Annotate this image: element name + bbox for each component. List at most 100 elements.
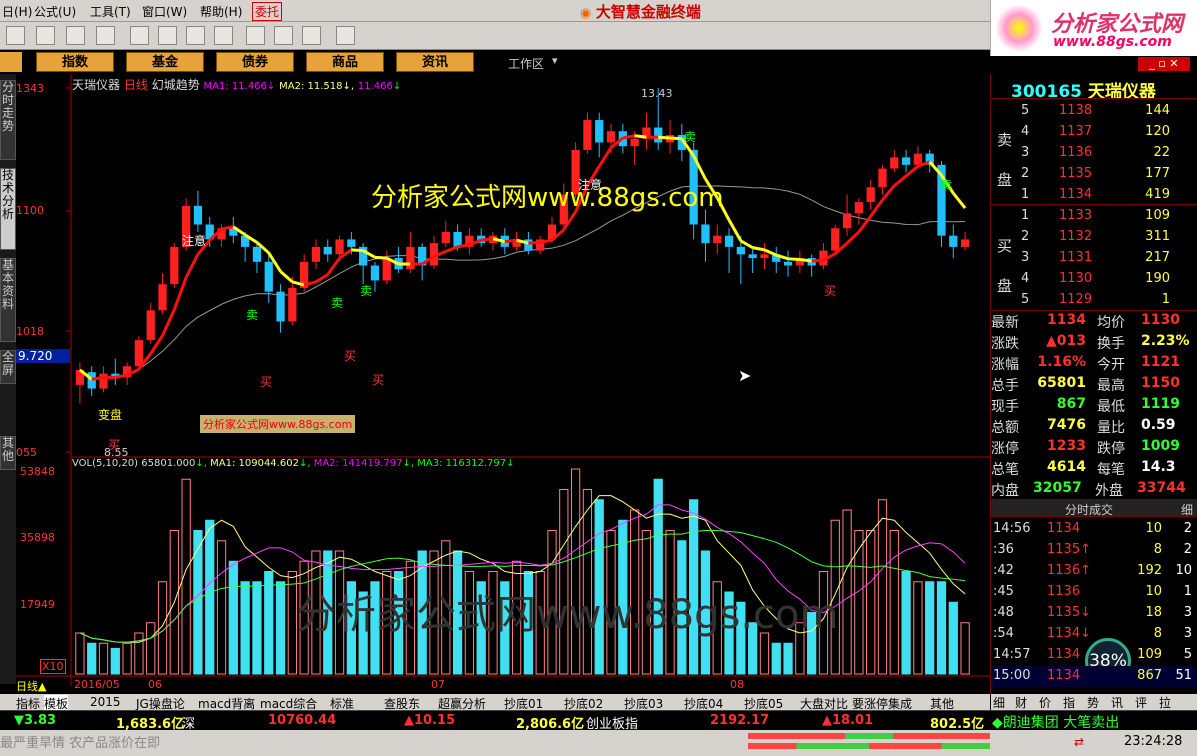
quote-tab-4[interactable]: 势	[1087, 694, 1099, 711]
ask-level: 5	[1021, 103, 1030, 118]
candle-body	[736, 246, 745, 255]
quote-tab-3[interactable]: 指	[1063, 694, 1075, 711]
ask-volume: 419	[1145, 187, 1170, 202]
candle-body	[748, 254, 757, 259]
trend-line-segment	[763, 248, 777, 257]
menu-item-formula[interactable]: 公式(U)	[34, 3, 76, 20]
toolbar-icon-10[interactable]	[274, 26, 293, 45]
toolbar-icon-3[interactable]	[66, 26, 85, 45]
volume-bar	[228, 560, 238, 675]
bid-row[interactable]: 2 1132 311	[991, 227, 1197, 248]
toolbar-icon-5[interactable]	[130, 26, 149, 45]
tick-count: 10	[1175, 563, 1192, 578]
volume-bar	[252, 581, 262, 675]
toolbar-icon-2[interactable]	[36, 26, 55, 45]
nav-fund-button[interactable]: 基金	[126, 52, 204, 72]
quote-tab-6[interactable]: 评	[1135, 694, 1147, 711]
bid-row[interactable]: 4 1130 190	[991, 269, 1197, 290]
toolbar-icon-9[interactable]	[246, 26, 265, 45]
signal-buy-3: 买	[344, 349, 357, 363]
nav-index-button[interactable]: 指数	[36, 52, 114, 72]
help-pointer-icon[interactable]	[336, 26, 355, 45]
bid-volume: 109	[1145, 208, 1170, 223]
toolbar-icon-1[interactable]	[6, 26, 25, 45]
vol-ma1: MA1: 109044.602	[210, 458, 299, 469]
side-tab-intraday[interactable]: 分时走势	[0, 80, 16, 160]
side-tab-fundamentals[interactable]: 基本资料	[0, 258, 16, 342]
stat-label: 总额	[991, 420, 1019, 436]
toolbar-icon-4[interactable]	[96, 26, 115, 45]
ask-price: 1137	[1059, 124, 1093, 139]
trend-line-segment	[752, 246, 765, 252]
ticks-detail-button[interactable]: 细	[1181, 501, 1193, 518]
logo-url: www.88gs.com	[1053, 34, 1172, 50]
quote-tab-2[interactable]: 价	[1039, 694, 1051, 711]
menu-item-tools[interactable]: 工具(T)	[90, 3, 131, 20]
candle-body	[831, 228, 840, 251]
ask-row[interactable]: 2 1135 177	[991, 164, 1197, 185]
alert-ticker[interactable]: ◆朗迪集团 大笔卖出	[992, 712, 1119, 732]
flower-logo-icon	[995, 4, 1043, 52]
nav-left-tab[interactable]	[0, 52, 22, 72]
logo: 分析家公式网 www.88gs.com	[990, 0, 1197, 56]
candle-body	[323, 246, 332, 255]
bid-row[interactable]: 3 1131 217	[991, 248, 1197, 269]
formula-tab[interactable]: 2015	[90, 695, 121, 709]
tick-count: 51	[1175, 668, 1192, 683]
chart-area[interactable]: 天瑞仪器 日线 幻城趋势 MA1: 11.466↓ MA2: 11.518↓, …	[16, 74, 990, 694]
stat-value: 1009	[1141, 438, 1180, 454]
trend-line-segment	[326, 257, 341, 276]
bid-price: 1130	[1059, 271, 1093, 286]
candle-body	[960, 239, 970, 247]
toolbar-icon-8[interactable]	[214, 26, 233, 45]
menu-item-day[interactable]: 日(H)	[2, 3, 32, 20]
toolbar-icon-11[interactable]	[302, 26, 321, 45]
candle-body	[146, 310, 155, 341]
side-tab-technical[interactable]: 技术分析	[0, 168, 16, 250]
bid-level: 2	[1021, 229, 1030, 244]
signal-sell-1: 卖	[246, 308, 259, 322]
quote-tab-7[interactable]: 拉	[1159, 694, 1171, 711]
nav-news-button[interactable]: 资讯	[396, 52, 474, 72]
stat-label: 最低	[1097, 399, 1125, 415]
trend-line-segment	[811, 258, 824, 263]
stat-label: 今开	[1097, 357, 1125, 373]
toolbar-icon-6[interactable]	[158, 26, 177, 45]
ask-row[interactable]: 3 1136 22	[991, 143, 1197, 164]
news-ticker[interactable]: 最严重旱情 农产品涨价在即	[0, 732, 160, 751]
ask-row[interactable]: 1 1134 419	[991, 185, 1197, 206]
side-tab-fullscreen[interactable]: 全屏	[0, 350, 16, 384]
period-toggle[interactable]: 日线▲	[16, 678, 47, 694]
menu-item-help[interactable]: 帮助(H)	[200, 3, 242, 20]
status-bar: 最严重旱情 农产品涨价在即 ⇄ 23:24:28	[0, 730, 1197, 756]
bid-row[interactable]: 5 1129 1	[991, 290, 1197, 311]
stat-row: 涨停 1233 跌停 1009	[991, 437, 1197, 458]
ticks-header: 分时成交 细	[991, 499, 1197, 517]
quote-tab-0[interactable]: 细	[993, 694, 1005, 711]
ask-row[interactable]: 5 1138 144	[991, 101, 1197, 122]
quote-tab-1[interactable]: 财	[1015, 694, 1027, 711]
menu-item-window[interactable]: 窗口(W)	[142, 3, 187, 20]
stat-label: 涨跌	[991, 336, 1019, 352]
tick-volume: 10	[1145, 584, 1162, 599]
window-controls[interactable]: _ ▫ ✕	[1138, 57, 1190, 71]
nav-commodity-button[interactable]: 商品	[306, 52, 384, 72]
entrust-button[interactable]: 委托	[252, 2, 283, 21]
app-logo-icon: ◉	[580, 6, 596, 21]
side-tab-other[interactable]: 其他	[0, 436, 16, 470]
tick-price: 1136	[1047, 584, 1081, 599]
quote-tab-5[interactable]: 讯	[1111, 694, 1123, 711]
stock-name: 天瑞仪器	[1087, 82, 1156, 102]
workspace-label[interactable]: 工作区	[508, 55, 544, 72]
bid-row[interactable]: 1 1133 109	[991, 206, 1197, 227]
tick-time: 15:00	[993, 668, 1031, 683]
signal-buy-2: 买	[260, 375, 273, 389]
bid-price: 1131	[1059, 250, 1093, 265]
volume-bar	[653, 478, 663, 675]
nav-bond-button[interactable]: 债券	[216, 52, 294, 72]
workspace-dropdown-icon[interactable]: ▾	[552, 54, 558, 67]
toolbar-icon-7[interactable]	[186, 26, 205, 45]
ask-row[interactable]: 4 1137 120	[991, 122, 1197, 143]
tick-price: 1134	[1047, 668, 1081, 683]
tick-row: 14:56 1134 10 2	[991, 519, 1197, 540]
